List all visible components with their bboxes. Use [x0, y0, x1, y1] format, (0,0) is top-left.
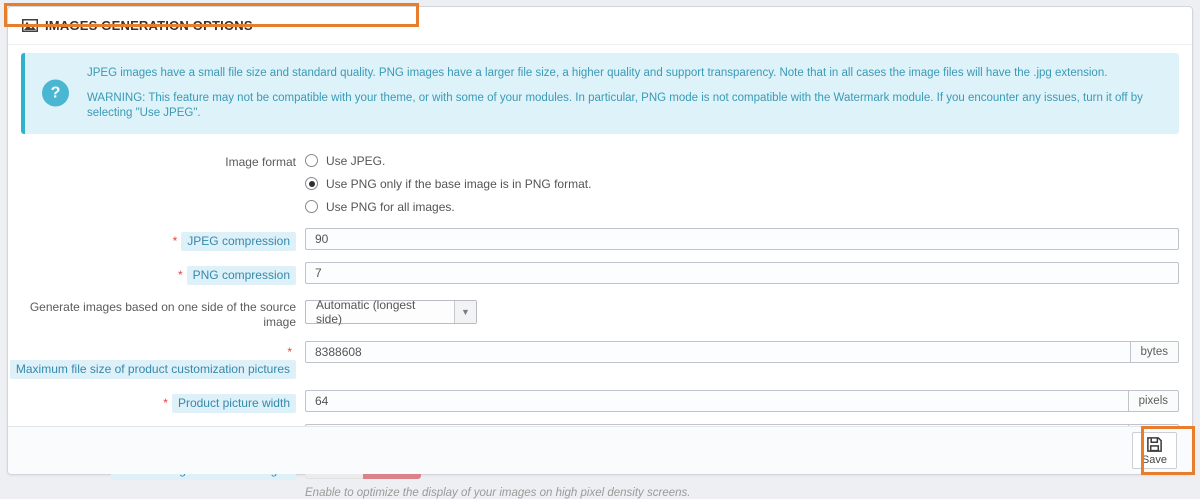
images-generation-options-page: { "panel": { "title": "IMAGES GENERATION… [0, 0, 1200, 481]
panel-body: ? JPEG images have a small file size and… [8, 45, 1192, 426]
side-source-select[interactable]: Automatic (longest side) ▼ [305, 300, 477, 324]
jpeg-compression-input[interactable] [305, 228, 1179, 250]
image-format-options: Use JPEG. Use PNG only if the base image… [305, 151, 1179, 220]
required-asterisk: * [287, 345, 292, 359]
radio-label: Use PNG only if the base image is in PNG… [326, 177, 591, 191]
required-asterisk: * [178, 268, 183, 282]
radio-use-png-if-base-png[interactable]: Use PNG only if the base image is in PNG… [305, 174, 1179, 191]
form-row-png-compression: *PNG compression [8, 262, 1179, 285]
required-asterisk: * [163, 396, 168, 410]
form-row-picture-width: *Product picture width pixels [8, 390, 1179, 413]
info-alert: ? JPEG images have a small file size and… [21, 53, 1179, 134]
unit-addon-bytes: bytes [1131, 341, 1180, 363]
save-button-label: Save [1142, 454, 1167, 466]
radio-button[interactable] [305, 154, 318, 167]
picture-width-label: *Product picture width [8, 390, 305, 413]
floppy-disk-icon [1146, 436, 1163, 453]
caret-down-icon: ▼ [454, 301, 476, 323]
unit-addon-pixels: pixels [1129, 390, 1179, 412]
image-format-label: Image format [8, 151, 305, 170]
form-row-side-source: Generate images based on one side of the… [8, 296, 1179, 330]
select-value: Automatic (longest side) [306, 301, 454, 323]
required-asterisk: * [173, 234, 178, 248]
images-generation-options-panel: IMAGES GENERATION OPTIONS ? JPEG images … [7, 6, 1193, 475]
picture-icon [22, 19, 38, 32]
radio-button[interactable] [305, 200, 318, 213]
form-row-max-file-size: *Maximum file size of product customizat… [8, 341, 1179, 379]
picture-width-input[interactable] [305, 390, 1129, 412]
form-row-image-format: Image format Use JPEG. Use PNG only if t… [8, 151, 1179, 220]
max-file-size-label: *Maximum file size of product customizat… [8, 341, 305, 379]
png-compression-label: *PNG compression [8, 262, 305, 285]
radio-use-jpeg[interactable]: Use JPEG. [305, 151, 1179, 168]
radio-button[interactable] [305, 177, 318, 190]
radio-label: Use PNG for all images. [326, 200, 455, 214]
question-icon: ? [42, 80, 69, 107]
form-row-jpeg-compression: *JPEG compression [8, 228, 1179, 251]
info-alert-line1: JPEG images have a small file size and s… [87, 66, 1161, 81]
high-resolution-help-text: Enable to optimize the display of your i… [305, 487, 1179, 499]
page-title: IMAGES GENERATION OPTIONS [45, 18, 253, 33]
radio-use-png-all[interactable]: Use PNG for all images. [305, 197, 1179, 214]
side-source-label: Generate images based on one side of the… [8, 296, 305, 330]
jpeg-compression-label: *JPEG compression [8, 228, 305, 251]
panel-header: IMAGES GENERATION OPTIONS [8, 7, 1192, 45]
save-button[interactable]: Save [1132, 432, 1177, 469]
panel-footer: Save [8, 426, 1192, 474]
radio-label: Use JPEG. [326, 154, 385, 168]
max-file-size-input[interactable] [305, 341, 1131, 363]
png-compression-input[interactable] [305, 262, 1179, 284]
info-alert-line2: WARNING: This feature may not be compati… [87, 91, 1161, 121]
